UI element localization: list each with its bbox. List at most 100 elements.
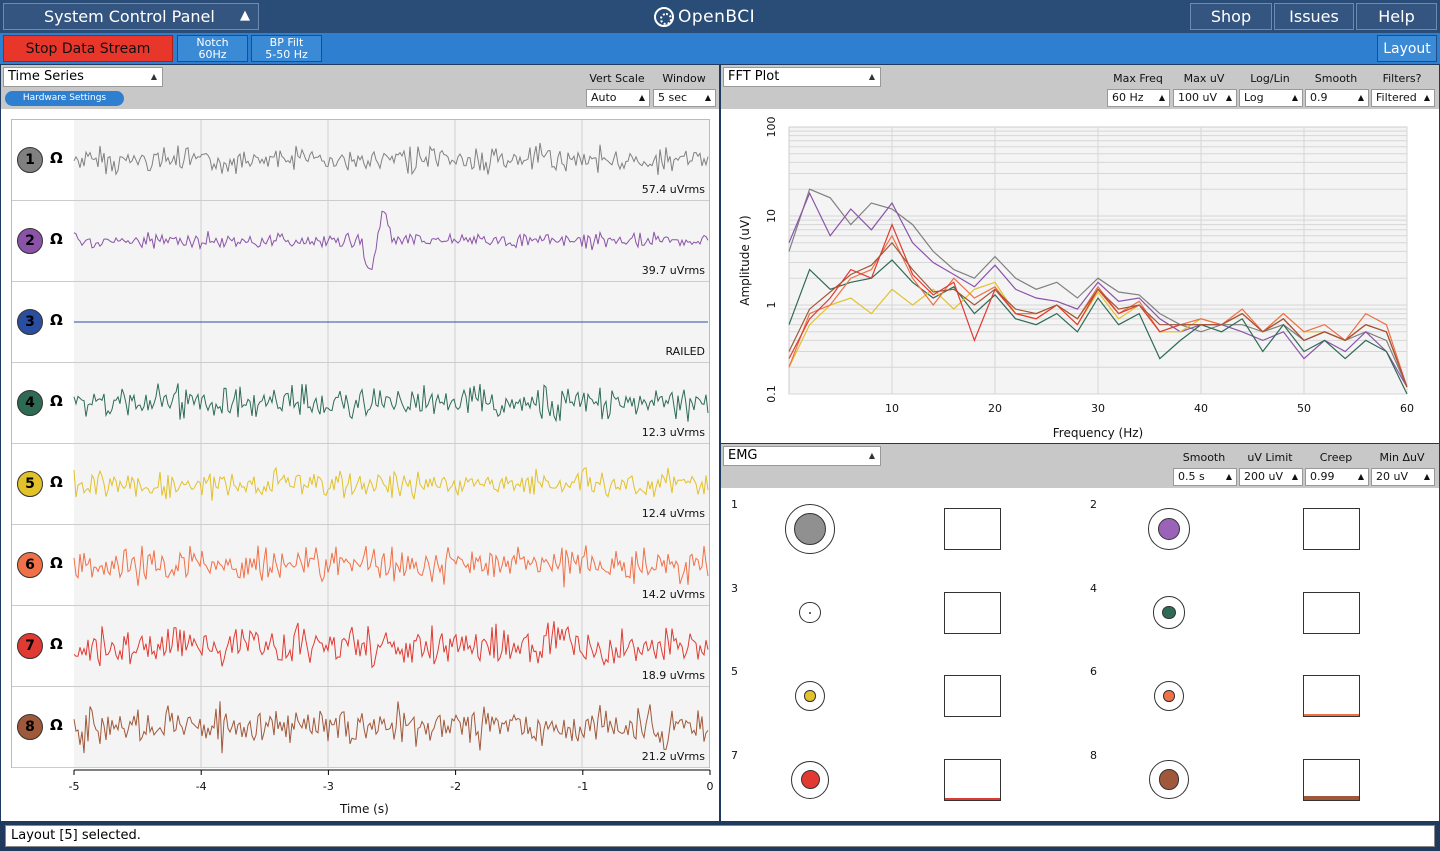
channel-number-button[interactable]: 2 [17,228,43,254]
fft-smooth-label: Smooth [1314,72,1358,85]
emg-level-dot [804,690,816,702]
impedance-ohm-icon[interactable]: Ω [50,311,63,329]
dropdown-arrow-icon: ▲ [150,72,157,81]
system-control-panel-button[interactable]: System Control Panel ▲ [3,3,259,30]
fft-x-tick-label: 10 [885,402,899,415]
uv-limit-select[interactable]: 200 uV ▲ [1239,468,1303,486]
emg-level-bar [944,675,1001,717]
channel-number-button[interactable]: 6 [17,552,43,578]
shop-button[interactable]: Shop [1190,3,1272,30]
window-select[interactable]: 5 sec ▲ [653,89,716,107]
stop-data-stream-button[interactable]: Stop Data Stream [3,35,173,62]
channel-rms-value: RAILED [665,345,705,358]
emg-channel: 1 [721,488,1080,571]
min-duv-value: 20 uV [1376,470,1408,483]
min-duv-select[interactable]: 20 uV ▲ [1371,468,1435,486]
help-button[interactable]: Help [1356,3,1437,30]
emg-smooth-value: 0.5 s [1178,470,1205,483]
vert-scale-value: Auto [591,91,617,104]
impedance-ohm-icon[interactable]: Ω [50,392,63,410]
channel-number-button[interactable]: 7 [17,633,43,659]
impedance-ohm-icon[interactable]: Ω [50,149,63,167]
dropdown-arrow-icon: ▲ [1291,93,1298,102]
emg-level-dot [793,512,827,546]
impedance-ohm-icon[interactable]: Ω [50,473,63,491]
creep-select[interactable]: 0.99 ▲ [1305,468,1369,486]
channel-number-button[interactable]: 5 [17,471,43,497]
impedance-ohm-icon[interactable]: Ω [50,716,63,734]
emg-level-dot [1162,605,1176,620]
emg-level-bar [1303,675,1360,717]
hardware-settings-button[interactable]: Hardware Settings [5,91,124,106]
emg-channel-label: 1 [731,498,738,511]
log-lin-label: Log/Lin [1250,72,1290,85]
time-series-widget-name: Time Series [8,69,84,84]
notch-filter-button[interactable]: Notch 60Hz [177,35,248,62]
emg-level-dot [800,770,820,789]
bandpass-filter-button[interactable]: BP Filt 5-50 Hz [251,35,322,62]
channel-number-button[interactable]: 4 [17,390,43,416]
time-series-widget-select[interactable]: Time Series ▲ [3,67,163,87]
impedance-ohm-icon[interactable]: Ω [50,635,63,653]
emg-widget-select[interactable]: EMG ▲ [723,446,881,466]
channel-row: 2 Ω 39.7 uVrms [12,201,709,282]
fft-smooth-select[interactable]: 0.9 ▲ [1305,89,1369,107]
dropdown-arrow-icon: ▲ [1225,93,1232,102]
creep-value: 0.99 [1310,470,1335,483]
time-series-header: Time Series ▲ Hardware Settings Vert Sca… [1,65,719,109]
emg-level-bar-fill [1304,795,1359,800]
emg-channel-label: 6 [1090,665,1097,678]
fft-y-axis-label: Amplitude (uV) [738,215,752,306]
max-uv-label: Max uV [1183,72,1225,85]
channel-rms-value: 18.9 uVrms [641,669,705,682]
layout-button[interactable]: Layout [1377,35,1437,62]
emg-level-bar [944,591,1001,634]
time-axis: -5 -4 -3 -2 -1 0 [69,769,714,793]
fft-y-tick-label: 100 [765,117,778,138]
log-lin-select[interactable]: Log ▲ [1239,89,1303,107]
fft-widget: FFT Plot ▲ Max Freq 60 Hz ▲ Max uV 100 u… [721,65,1439,443]
dropdown-arrow-icon: ▲ [1291,472,1298,481]
bp-label: BP Filt [269,35,304,49]
time-tick-label: -1 [577,780,588,793]
system-control-panel-label: System Control Panel [44,7,215,26]
fft-x-tick-label: 50 [1297,402,1311,415]
max-uv-select[interactable]: 100 uV ▲ [1173,89,1237,107]
filters-select[interactable]: Filtered ▲ [1371,89,1435,107]
emg-level-bar [1303,758,1360,801]
emg-channel: 2 [1080,488,1439,571]
max-freq-select[interactable]: 60 Hz ▲ [1107,89,1170,107]
channel-number-button[interactable]: 1 [17,147,43,173]
channel-row: 8 Ω 21.2 uVrms [12,687,709,768]
emg-level-bar [1303,591,1360,634]
log-lin-value: Log [1244,91,1264,104]
max-uv-value: 100 uV [1178,91,1217,104]
vert-scale-select[interactable]: Auto ▲ [586,89,650,107]
uv-limit-label: uV Limit [1247,451,1293,464]
control-toolbar: Stop Data Stream Notch 60Hz BP Filt 5-50… [0,33,1440,64]
channel-number-button[interactable]: 8 [17,714,43,740]
dropdown-arrow-icon: ▲ [1158,93,1165,102]
bp-value: 5-50 Hz [265,47,308,61]
filters-value: Filtered [1376,91,1417,104]
impedance-ohm-icon[interactable]: Ω [50,230,63,248]
emg-channel-label: 2 [1090,498,1097,511]
vert-scale-label: Vert Scale [589,72,645,85]
stop-data-stream-label: Stop Data Stream [25,40,151,57]
uv-limit-value: 200 uV [1244,470,1283,483]
channel-number-button[interactable]: 3 [17,309,43,335]
time-tick-label: 0 [707,780,714,793]
emg-level-bar-fill [1304,714,1359,716]
emg-smooth-select[interactable]: 0.5 s ▲ [1173,468,1237,486]
channel-row: 4 Ω 12.3 uVrms [12,363,709,444]
emg-level-dot [809,611,811,614]
emg-level-bar-fill [945,798,1000,800]
fft-widget-select[interactable]: FFT Plot ▲ [723,67,881,87]
status-bar: Layout [5] selected. [5,825,1435,847]
notch-value: 60Hz [198,47,227,61]
issues-button[interactable]: Issues [1274,3,1354,30]
emg-level-dot [1158,769,1180,790]
time-series-plot: 1 Ω 57.4 uVrms 2 Ω 39.7 uVrms 3 Ω RAILED 4 Ω 12.3 u… [11,119,710,768]
channel-row: 6 Ω 14.2 uVrms [12,525,709,606]
impedance-ohm-icon[interactable]: Ω [50,554,63,572]
